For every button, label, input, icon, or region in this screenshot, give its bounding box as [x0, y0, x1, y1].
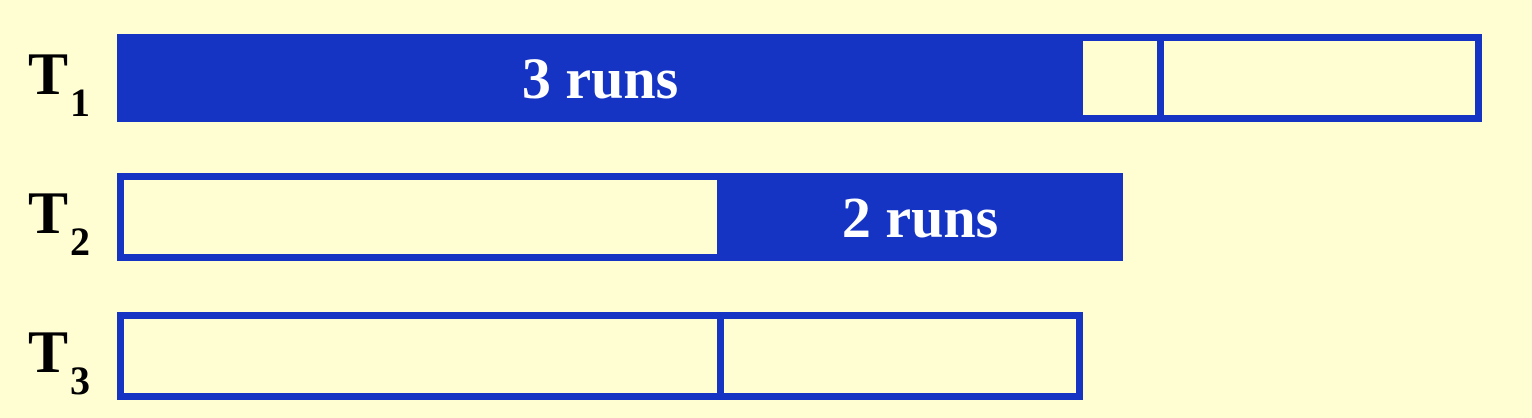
tape-t3-segment-empty-right: [717, 312, 1083, 400]
tape-subscript: 2: [70, 219, 91, 264]
tape-label-t2: T2: [28, 180, 90, 262]
tape-t1-segment-empty-small: [1076, 34, 1164, 122]
tape-subscript: 1: [70, 80, 91, 125]
tape-letter: T: [28, 41, 69, 107]
tape-label-t1: T1: [28, 41, 90, 123]
tape-letter: T: [28, 319, 69, 385]
tape-t1-segment-runs: 3 runs: [117, 34, 1083, 122]
tape-t2-segment-empty: [117, 173, 724, 261]
tape-subscript: 3: [70, 358, 91, 403]
run-count-label: 2 runs: [841, 184, 999, 250]
tape-t2-segment-runs: 2 runs: [717, 173, 1123, 261]
tape-label-t3: T3: [28, 319, 90, 401]
tape-letter: T: [28, 180, 69, 246]
tape-t1-segment-empty-large: [1157, 34, 1482, 122]
tape-t3-segment-empty-left: [117, 312, 724, 400]
run-count-label: 3 runs: [521, 45, 679, 111]
